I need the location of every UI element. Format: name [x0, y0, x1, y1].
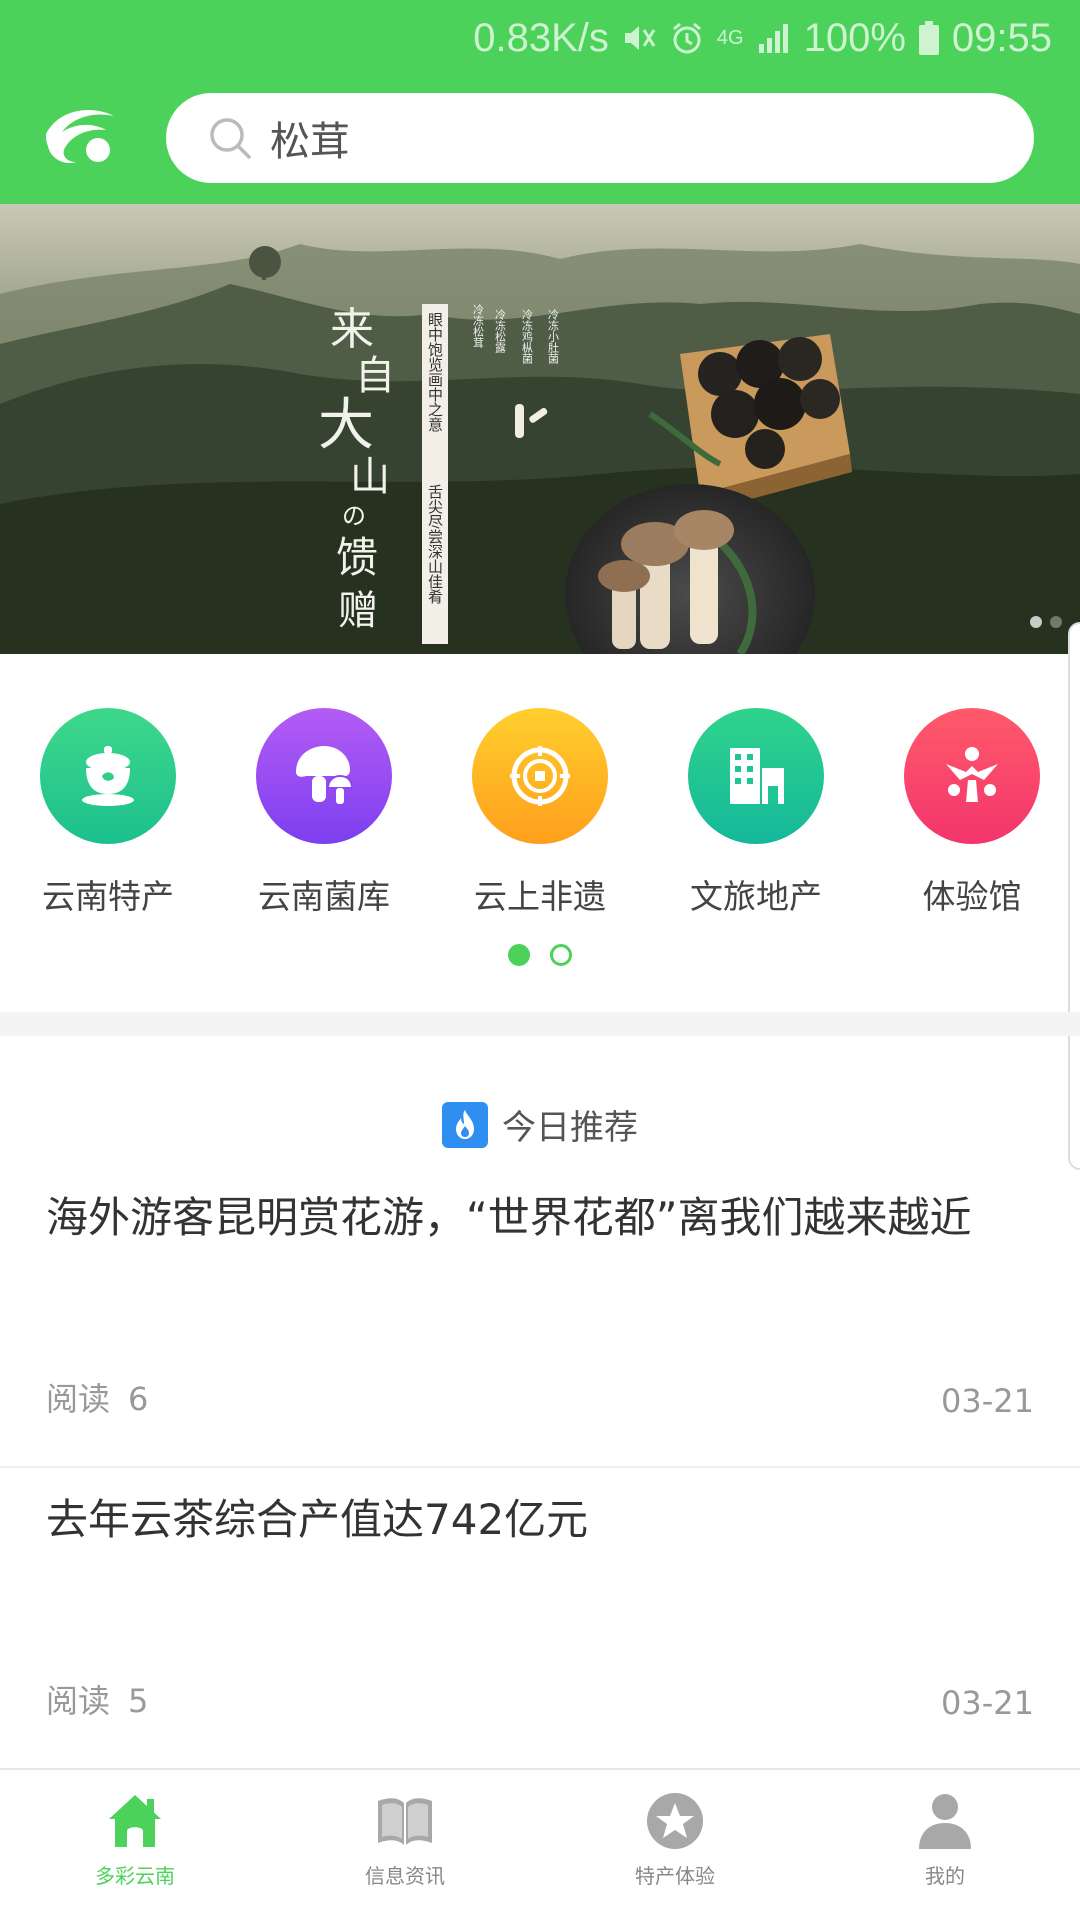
- banner-image: 来 自 大 山 の 馈 赠 眼中饱览画中之意 舌尖尽尝深山佳肴 冷冻松茸 冷冻松…: [0, 204, 1080, 654]
- category-yunnan-specialty[interactable]: 云南特产: [18, 708, 198, 918]
- category-tourism-estate[interactable]: 文旅地产: [666, 708, 846, 918]
- tab-label: 信息资讯: [365, 1864, 445, 1888]
- app-logo[interactable]: [40, 96, 124, 180]
- banner-title-7: 赠: [338, 588, 378, 634]
- user-icon: [912, 1788, 978, 1854]
- category-label: 云南菌库: [258, 877, 390, 916]
- network-speed: 0.83K/s: [473, 15, 609, 60]
- app-header: 0.83K/s 4G 100% 09:55 松茸: [0, 0, 1080, 204]
- search-placeholder: 松茸: [270, 119, 350, 165]
- read-count: 6: [128, 1380, 149, 1418]
- category-label: 云上非遗: [474, 877, 606, 916]
- category-label: 文旅地产: [690, 877, 822, 916]
- banner-title-1: 来: [330, 304, 374, 355]
- section-divider: [0, 1012, 1080, 1036]
- banner-product-3: 冷冻鸡枞菌: [521, 309, 534, 365]
- banner-product-2: 冷冻松露: [494, 309, 507, 353]
- tab-news[interactable]: 信息资讯: [270, 1770, 540, 1920]
- category-mushroom-library[interactable]: 云南菌库: [234, 708, 414, 918]
- news-reads: 阅读 6: [46, 1374, 148, 1420]
- banner-title-5: の: [342, 502, 366, 530]
- signal-icon: [756, 20, 792, 56]
- alarm-icon: [669, 20, 705, 56]
- recommend-title: 今日推荐: [502, 1108, 638, 1148]
- coin-icon: [472, 708, 608, 844]
- news-title: 去年云茶综合产值达742亿元: [46, 1495, 589, 1544]
- banner-title-6: 馈: [336, 533, 378, 582]
- news-date: 03-21: [941, 1684, 1034, 1722]
- category-label: 体验馆: [922, 877, 1022, 916]
- banner-title-4: 山: [350, 454, 390, 500]
- fire-icon: [442, 1101, 488, 1148]
- side-drawer-handle[interactable]: [1068, 622, 1080, 1170]
- category-label: 云南特产: [42, 877, 174, 916]
- news-reads: 阅读 5: [46, 1676, 148, 1722]
- tab-mine[interactable]: 我的: [810, 1770, 1080, 1920]
- tab-label: 我的: [925, 1864, 965, 1888]
- clock: 09:55: [951, 15, 1052, 60]
- book-icon: [372, 1788, 438, 1854]
- category-grid: 云南特产 云南菌库 云上非遗 文旅地产 体验馆: [0, 654, 1080, 1012]
- building-icon: [688, 708, 824, 844]
- tab-label: 特产体验: [635, 1864, 715, 1888]
- news-item[interactable]: 海外游客昆明赏花游，“世界花都”离我们越来越近 阅读 6 03-21: [0, 1166, 1080, 1468]
- banner-tagline-1: 眼中饱览画中之意: [426, 312, 444, 432]
- banner-title-3: 大: [318, 393, 374, 458]
- read-label: 阅读: [46, 1380, 111, 1418]
- category-intangible-heritage[interactable]: 云上非遗: [450, 708, 630, 918]
- status-bar: 0.83K/s 4G 100% 09:55: [473, 14, 1052, 62]
- promo-banner[interactable]: 来 自 大 山 の 馈 赠 眼中饱览画中之意 舌尖尽尝深山佳肴 冷冻松茸 冷冻松…: [0, 204, 1080, 654]
- category-experience-hall[interactable]: 体验馆: [882, 708, 1062, 918]
- bottom-tab-bar: 多彩云南 信息资讯 特产体验 我的: [0, 1768, 1080, 1920]
- search-icon: [206, 114, 254, 162]
- search-input[interactable]: 松茸: [166, 93, 1034, 183]
- banner-pager: [1030, 616, 1062, 628]
- star-icon: [642, 1788, 708, 1854]
- tab-specialty-experience[interactable]: 特产体验: [540, 1770, 810, 1920]
- home-icon: [102, 1788, 168, 1854]
- banner-dot-active: [1030, 616, 1042, 628]
- mushroom-icon: [256, 708, 392, 844]
- news-title: 海外游客昆明赏花游，“世界花都”离我们越来越近: [46, 1193, 972, 1242]
- banner-product-4: 冷冻小肚菌: [547, 309, 560, 365]
- category-dot[interactable]: [550, 944, 572, 966]
- network-type: 4G: [716, 26, 744, 49]
- read-label: 阅读: [46, 1682, 111, 1720]
- news-date: 03-21: [941, 1382, 1034, 1420]
- tea-set-icon: [40, 708, 176, 844]
- tab-colorful-yunnan[interactable]: 多彩云南: [0, 1770, 270, 1920]
- read-count: 5: [128, 1682, 149, 1720]
- category-dot-active[interactable]: [508, 944, 530, 966]
- tab-label: 多彩云南: [95, 1864, 175, 1888]
- banner-dot: [1050, 616, 1062, 628]
- people-icon: [904, 708, 1040, 844]
- banner-tagline-2: 舌尖尽尝深山佳肴: [426, 484, 444, 604]
- battery-percent: 100%: [803, 15, 906, 60]
- banner-product-1: 冷冻松茸: [472, 304, 485, 348]
- news-item[interactable]: 去年云茶综合产值达742亿元 阅读 5 03-21: [0, 1468, 1080, 1770]
- category-pager: [0, 944, 1080, 966]
- battery-icon: [918, 20, 940, 56]
- recommend-header: 今日推荐: [0, 1100, 1080, 1149]
- mute-icon: [621, 20, 657, 56]
